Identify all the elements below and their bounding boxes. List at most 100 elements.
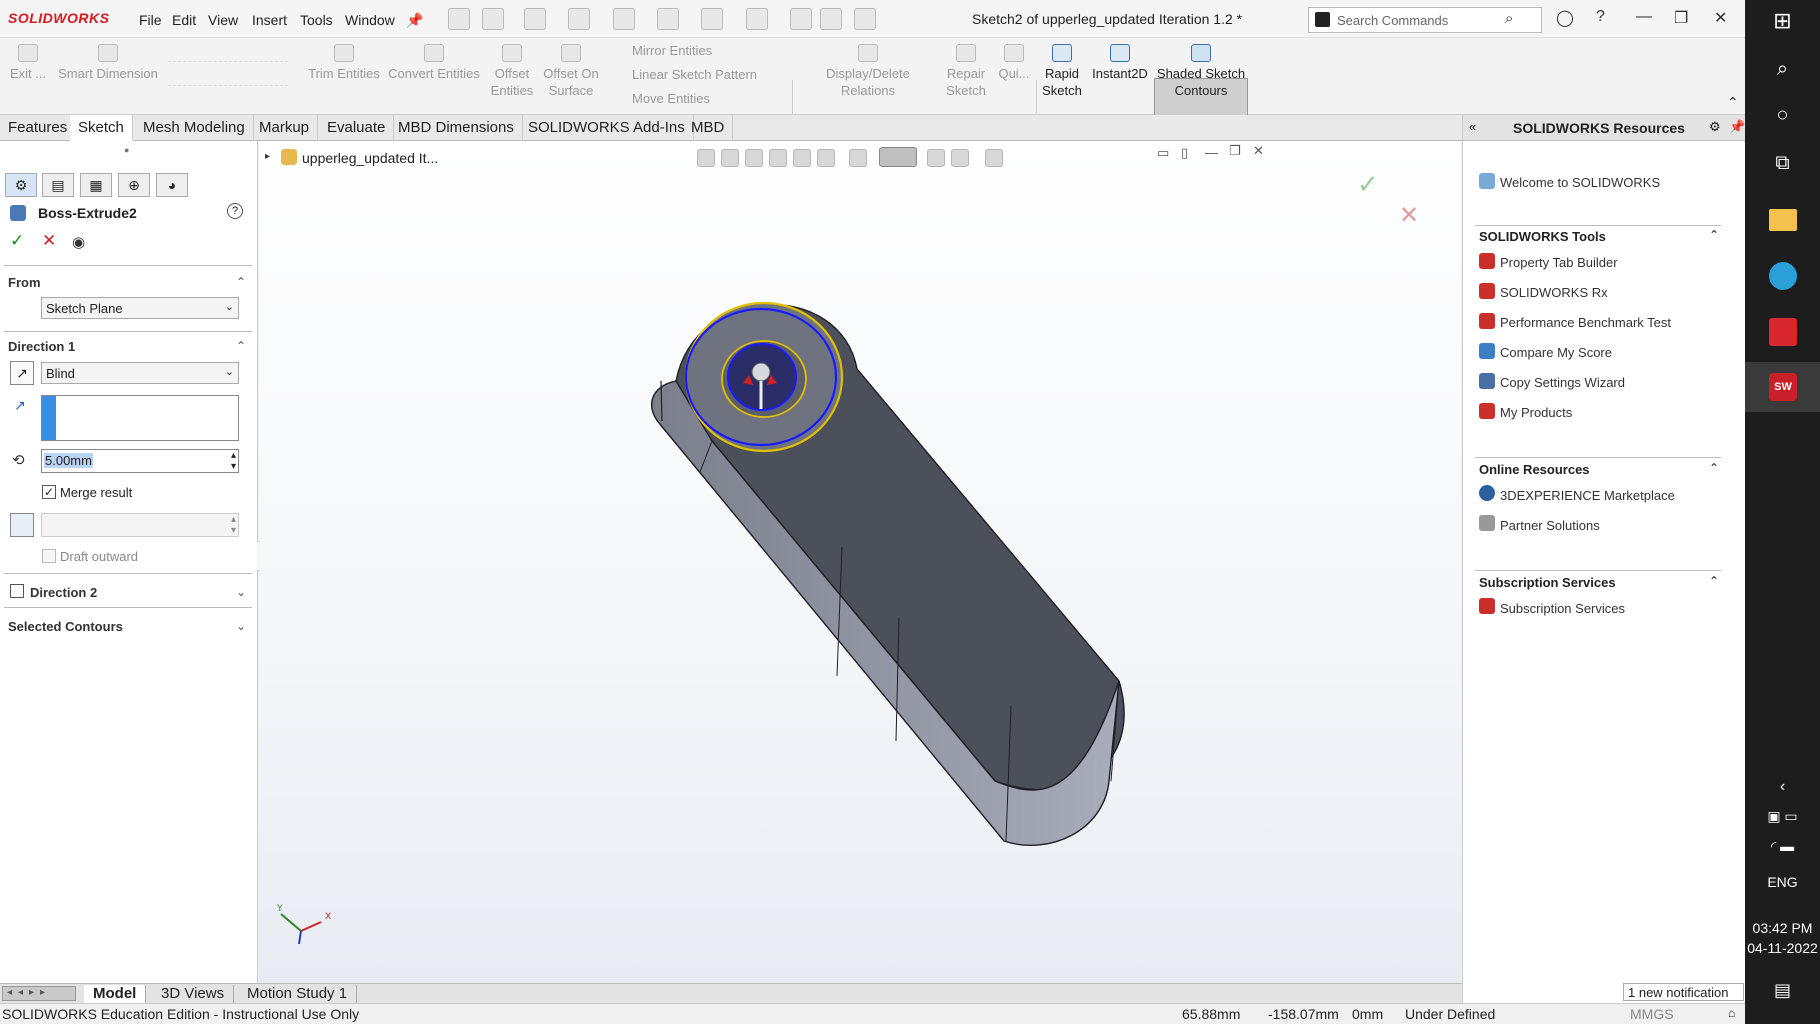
online-section-header[interactable]: Online Resources bbox=[1479, 462, 1590, 477]
merge-result-checkbox[interactable]: ✓ bbox=[42, 485, 56, 499]
end-condition-select[interactable]: Blind ⌄ bbox=[41, 362, 239, 384]
menu-insert[interactable]: Insert bbox=[252, 12, 287, 28]
home-icon[interactable] bbox=[448, 8, 470, 30]
unit-system[interactable]: MMGS bbox=[1630, 1006, 1674, 1022]
help-icon[interactable]: ? bbox=[1596, 8, 1605, 26]
search-icon[interactable]: ⌕ bbox=[1745, 58, 1820, 81]
menu-file[interactable]: File bbox=[139, 12, 162, 28]
select-icon[interactable] bbox=[746, 8, 768, 30]
convert-entities-button[interactable]: Convert Entities bbox=[386, 44, 482, 82]
pane-pin-icon[interactable]: 📌 bbox=[1729, 119, 1745, 135]
draft-toggle-icon[interactable] bbox=[10, 513, 34, 537]
repair-sketch-button[interactable]: Repair Sketch bbox=[942, 44, 990, 99]
app-red-icon[interactable] bbox=[1769, 318, 1797, 346]
clock-date[interactable]: 04-11-2022 bbox=[1745, 940, 1820, 956]
clock-time[interactable]: 03:42 PM bbox=[1745, 920, 1820, 936]
tool-link-compare-my-score[interactable]: Compare My Score bbox=[1500, 345, 1612, 360]
close-icon[interactable]: ✕ bbox=[1714, 8, 1727, 28]
draft-angle-spinbox[interactable]: ▴ ▾ bbox=[41, 513, 239, 537]
tools-section-header[interactable]: SOLIDWORKS Tools bbox=[1479, 229, 1606, 244]
subscription-section-header[interactable]: Subscription Services bbox=[1479, 575, 1616, 590]
rapid-sketch-button[interactable]: Rapid Sketch bbox=[1040, 44, 1084, 99]
tab-evaluate[interactable]: Evaluate bbox=[319, 115, 395, 141]
tool-link-solidworks-rx[interactable]: SOLIDWORKS Rx bbox=[1500, 285, 1608, 300]
direction2-checkbox[interactable] bbox=[10, 584, 24, 598]
new-document-icon[interactable] bbox=[482, 8, 504, 30]
direction2-expand-icon[interactable]: ⌄ bbox=[236, 585, 246, 599]
display-manager-tab-icon[interactable]: ◕ bbox=[156, 173, 188, 197]
redo-icon[interactable] bbox=[701, 8, 723, 30]
linear-sketch-pattern-button[interactable]: Linear Sketch Pattern bbox=[608, 66, 757, 83]
windows-start-icon[interactable]: ⊞ bbox=[1745, 8, 1820, 34]
spin-arrows-icon[interactable]: ▴ ▾ bbox=[231, 450, 236, 472]
smart-dimension-button[interactable]: Smart Dimension bbox=[56, 44, 160, 82]
tray-icons[interactable]: ▣ ▭ bbox=[1745, 808, 1820, 825]
online-link-3dexperience[interactable]: 3DEXPERIENCE Marketplace bbox=[1500, 488, 1675, 503]
tab-sketch[interactable]: Sketch bbox=[70, 115, 133, 141]
tools-collapse-icon[interactable]: ⌃ bbox=[1709, 228, 1719, 242]
direction1-section-header[interactable]: Direction 1 bbox=[8, 339, 75, 354]
tab-markup[interactable]: Markup bbox=[251, 115, 319, 141]
mirror-entities-button[interactable]: Mirror Entities bbox=[608, 42, 712, 59]
preview-eye-icon[interactable]: ◉ bbox=[72, 233, 85, 251]
restore-icon[interactable]: ❐ bbox=[1674, 8, 1688, 28]
tab-motion-study[interactable]: Motion Study 1 bbox=[238, 985, 358, 1003]
rebuild-icon[interactable] bbox=[790, 8, 812, 30]
from-select[interactable]: Sketch Plane ⌄ bbox=[41, 297, 239, 319]
network-battery-icons[interactable]: ◜ ▬ bbox=[1745, 838, 1820, 855]
pin-icon[interactable]: 📌 bbox=[406, 12, 423, 29]
file-explorer-icon[interactable] bbox=[1769, 209, 1797, 231]
from-section-header[interactable]: From bbox=[8, 275, 41, 290]
menu-view[interactable]: View bbox=[208, 12, 238, 28]
show-hidden-icons-icon[interactable]: ‹ bbox=[1745, 778, 1820, 796]
notification-toast[interactable]: 1 new notification bbox=[1623, 983, 1744, 1001]
graphics-area[interactable]: ▸ upperleg_updated It... ▭ ▯ — ❐ ✕ ✓ ✕ Y… bbox=[259, 141, 1715, 983]
tab-mesh-modeling[interactable]: Mesh Modeling bbox=[135, 115, 254, 141]
line-circle-arc-icons[interactable] bbox=[168, 44, 288, 62]
cortana-icon[interactable]: ○ bbox=[1745, 104, 1820, 127]
menu-window[interactable]: Window bbox=[345, 12, 395, 28]
edge-browser-icon[interactable] bbox=[1769, 262, 1797, 290]
quick-snaps-button[interactable]: Qui... bbox=[994, 44, 1034, 82]
online-collapse-icon[interactable]: ⌃ bbox=[1709, 461, 1719, 475]
draft-outward-checkbox[interactable] bbox=[42, 549, 56, 563]
solidworks-app-icon[interactable]: SW bbox=[1769, 373, 1797, 401]
notifications-icon[interactable]: ▤ bbox=[1745, 980, 1820, 1001]
menu-tools[interactable]: Tools bbox=[300, 12, 333, 28]
subscription-link[interactable]: Subscription Services bbox=[1500, 601, 1625, 616]
undo-icon[interactable] bbox=[657, 8, 679, 30]
move-entities-button[interactable]: Move Entities bbox=[608, 90, 710, 107]
tab-mbd-dimensions[interactable]: MBD Dimensions bbox=[390, 115, 523, 141]
reverse-direction-icon[interactable]: ↗ bbox=[10, 361, 34, 385]
collapse-ribbon-icon[interactable]: ⌃ bbox=[1727, 94, 1739, 111]
tab-features[interactable]: Features bbox=[0, 115, 77, 141]
property-manager-tab-icon[interactable]: ▤ bbox=[42, 173, 74, 197]
feature-manager-tab-icon[interactable]: ⚙ bbox=[5, 173, 37, 197]
selected-contours-expand-icon[interactable]: ⌄ bbox=[236, 619, 246, 633]
menu-edit[interactable]: Edit bbox=[172, 12, 196, 28]
welcome-link[interactable]: Welcome to SOLIDWORKS bbox=[1500, 175, 1660, 190]
depth-spinbox[interactable]: 5.00mm ▴ ▾ bbox=[41, 449, 239, 473]
online-link-partner-solutions[interactable]: Partner Solutions bbox=[1500, 518, 1600, 533]
user-icon[interactable]: ◯ bbox=[1556, 8, 1574, 28]
sketch-entities-group[interactable] bbox=[168, 44, 298, 110]
cancel-x-icon[interactable]: ✕ bbox=[42, 231, 56, 251]
subscription-collapse-icon[interactable]: ⌃ bbox=[1709, 574, 1719, 588]
tab-mbd[interactable]: MBD bbox=[683, 115, 734, 141]
collapse-pane-icon[interactable]: « bbox=[1469, 119, 1476, 134]
file-properties-icon[interactable] bbox=[820, 8, 842, 30]
depth-value[interactable]: 5.00mm bbox=[44, 453, 93, 468]
selected-contours-header[interactable]: Selected Contours bbox=[8, 619, 123, 634]
offset-on-surface-button[interactable]: Offset On Surface bbox=[540, 44, 602, 99]
search-icon[interactable]: ⌕ bbox=[1505, 10, 1513, 27]
direction-selection-box[interactable] bbox=[41, 395, 239, 441]
slot-ellipse-fillet-icons[interactable] bbox=[168, 92, 288, 110]
tab-3d-views[interactable]: 3D Views bbox=[152, 985, 235, 1003]
instant2d-button[interactable]: Instant2D bbox=[1090, 44, 1150, 82]
configuration-manager-tab-icon[interactable]: ▦ bbox=[80, 173, 112, 197]
tab-solidworks-add-ins[interactable]: SOLIDWORKS Add-Ins bbox=[520, 115, 694, 141]
tool-link-copy-settings-wizard[interactable]: Copy Settings Wizard bbox=[1500, 375, 1625, 390]
splitter-dot[interactable]: ● bbox=[124, 145, 129, 155]
from-collapse-icon[interactable]: ⌃ bbox=[236, 275, 246, 289]
offset-entities-button[interactable]: Offset Entities bbox=[488, 44, 536, 99]
